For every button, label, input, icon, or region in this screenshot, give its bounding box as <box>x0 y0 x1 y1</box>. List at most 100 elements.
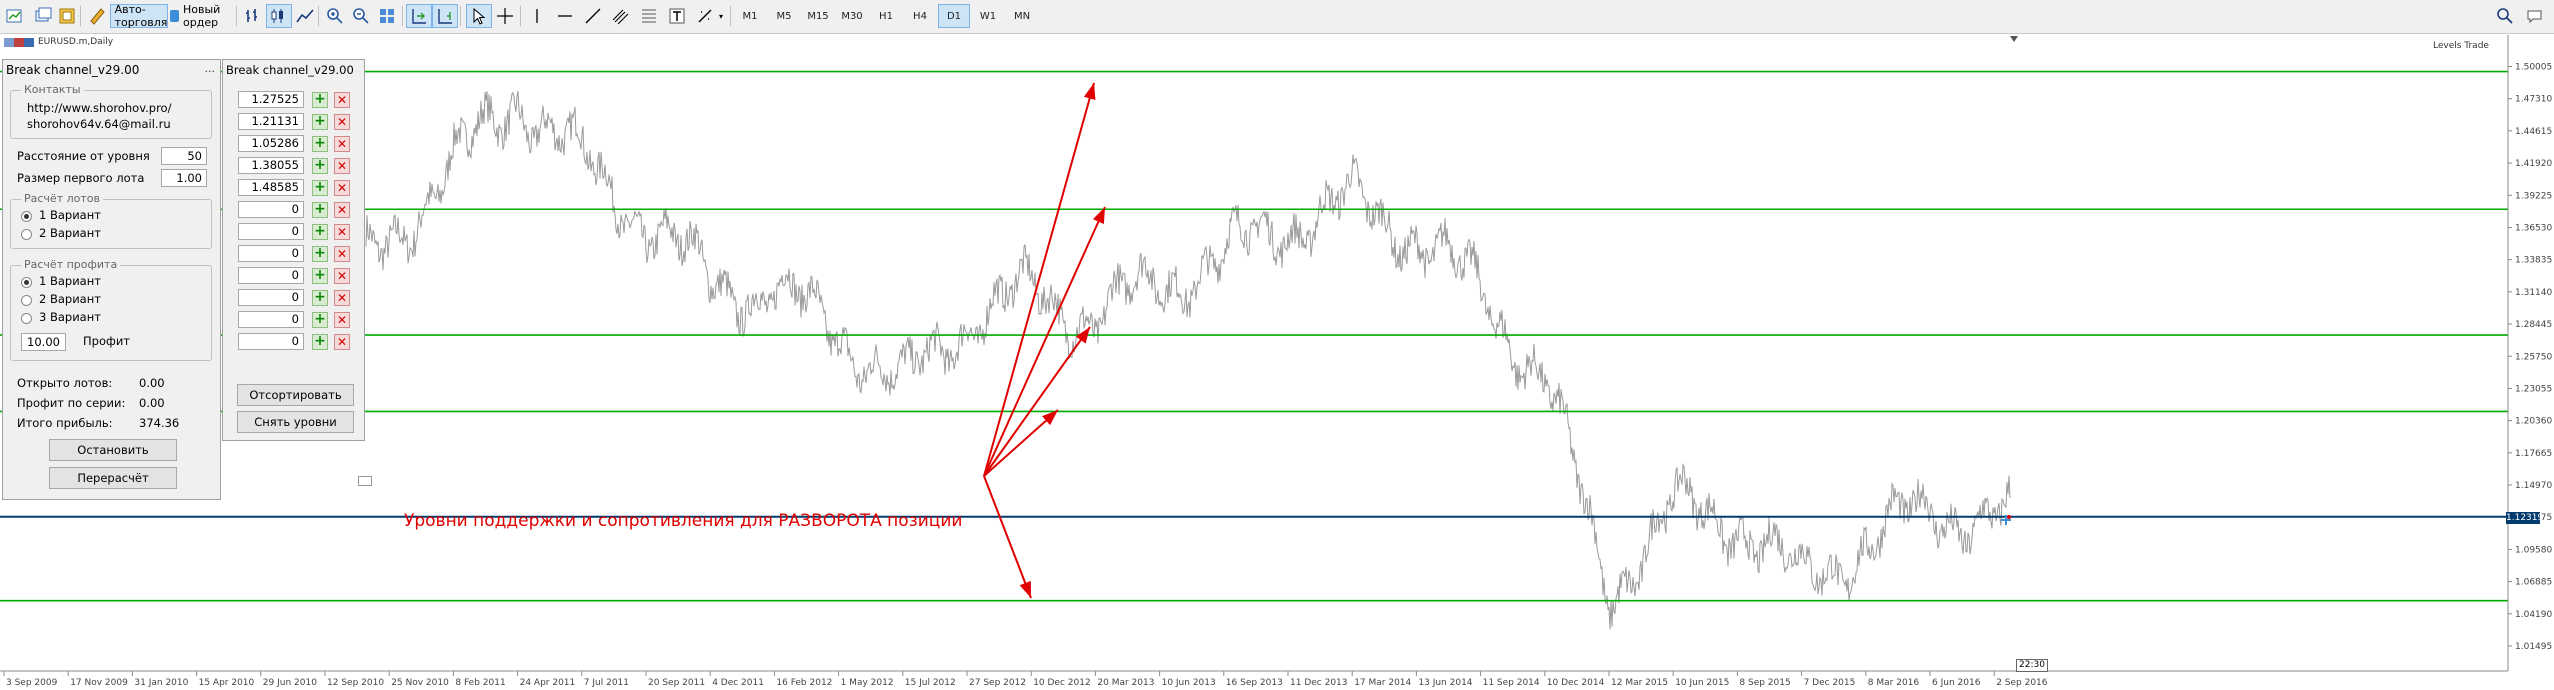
chart-canvas: 1.50005 1.47310 1.44615 1.41920 1.39225 1.365… <box>0 35 2552 688</box>
fibonacci-icon[interactable] <box>636 4 662 28</box>
delete-level-icon[interactable]: ✕ <box>334 268 350 284</box>
text-tool-icon[interactable] <box>664 4 690 28</box>
level-input[interactable]: 1.27525 <box>238 91 304 108</box>
distance-input[interactable]: 50 <box>161 147 207 165</box>
horizontal-line-icon[interactable] <box>552 4 578 28</box>
arrows-dropdown-icon[interactable]: ▾ <box>716 4 726 28</box>
chart-object-box[interactable] <box>358 476 372 486</box>
new-order-button[interactable]: Новый ордер <box>170 3 240 29</box>
tf-m15[interactable]: M15 <box>802 4 834 28</box>
level-input[interactable]: 0 <box>238 267 304 284</box>
cursor-icon[interactable] <box>466 4 492 28</box>
chat-icon[interactable] <box>2522 4 2548 28</box>
metaeditor-icon[interactable] <box>84 4 110 28</box>
delete-level-icon[interactable]: ✕ <box>334 334 350 350</box>
x-tick-label: 7 Jul 2011 <box>584 678 629 688</box>
levels-panel: Break channel_v29.00 1.27525 + ✕ 1.21131 + ✕ 1… <box>222 59 365 441</box>
x-tick-label: 8 Sep 2015 <box>1739 678 1790 688</box>
level-input[interactable]: 0 <box>238 223 304 240</box>
stop-button[interactable]: Остановить <box>49 439 177 461</box>
tf-d1[interactable]: D1 <box>938 4 970 28</box>
shift-marker-icon[interactable] <box>2010 36 2018 42</box>
open-lots-label: Открыто лотов: <box>17 376 113 390</box>
new-chart-icon[interactable] <box>2 4 28 28</box>
add-level-icon[interactable]: + <box>312 114 328 130</box>
tile-windows-icon[interactable] <box>374 4 400 28</box>
profit-input[interactable]: 10.00 <box>21 333 66 351</box>
trendline-icon[interactable] <box>580 4 606 28</box>
delete-level-icon[interactable]: ✕ <box>334 290 350 306</box>
vertical-line-icon[interactable] <box>524 4 550 28</box>
tf-m30[interactable]: M30 <box>836 4 868 28</box>
price-chart[interactable]: 1.50005 1.47310 1.44615 1.41920 1.39225 1.365… <box>0 35 2554 690</box>
tf-h4[interactable]: H4 <box>904 4 936 28</box>
crosshair-icon[interactable] <box>492 4 518 28</box>
profit-option-2-radio[interactable] <box>21 295 32 306</box>
auto-trading-button[interactable]: Авто-торговля <box>110 3 168 29</box>
tf-m5[interactable]: M5 <box>768 4 800 28</box>
tf-mn[interactable]: MN <box>1006 4 1038 28</box>
x-tick-label: 8 Mar 2016 <box>1868 678 1920 688</box>
y-tick-label: 1.09580 <box>2515 545 2552 555</box>
level-input[interactable]: 1.21131 <box>238 113 304 130</box>
delete-level-icon[interactable]: ✕ <box>334 224 350 240</box>
level-input[interactable]: 1.38055 <box>238 157 304 174</box>
delete-level-icon[interactable]: ✕ <box>334 136 350 152</box>
add-level-icon[interactable]: + <box>312 312 328 328</box>
add-level-icon[interactable]: + <box>312 224 328 240</box>
line-chart-icon[interactable] <box>292 4 318 28</box>
contact-url: http://www.shorohov.pro/ <box>27 101 172 115</box>
tf-w1[interactable]: W1 <box>972 4 1004 28</box>
equidistant-channel-icon[interactable] <box>608 4 634 28</box>
tf-m1[interactable]: M1 <box>734 4 766 28</box>
x-tick-label: 6 Jun 2016 <box>1932 678 1981 688</box>
level-input[interactable]: 1.05286 <box>238 135 304 152</box>
search-icon[interactable] <box>2492 4 2518 28</box>
trade-marker-icon <box>2000 514 2012 526</box>
y-tick-label: 1.50005 <box>2515 63 2552 73</box>
delete-level-icon[interactable]: ✕ <box>334 92 350 108</box>
zoom-in-icon[interactable] <box>322 4 348 28</box>
bar-chart-icon[interactable] <box>240 4 266 28</box>
chart-shift-icon[interactable] <box>406 4 432 28</box>
zoom-out-icon[interactable] <box>348 4 374 28</box>
candlestick-icon[interactable] <box>266 4 292 28</box>
add-level-icon[interactable]: + <box>312 180 328 196</box>
panel1-minimize-button[interactable]: ... <box>205 62 216 75</box>
profit-option-3-radio[interactable] <box>21 313 32 324</box>
add-level-icon[interactable]: + <box>312 246 328 262</box>
level-input[interactable]: 0 <box>238 311 304 328</box>
add-level-icon[interactable]: + <box>312 268 328 284</box>
sort-button[interactable]: Отсортировать <box>237 384 354 406</box>
market-watch-icon[interactable] <box>54 4 80 28</box>
add-level-icon[interactable]: + <box>312 290 328 306</box>
add-level-icon[interactable]: + <box>312 158 328 174</box>
remove-levels-button[interactable]: Снять уровни <box>237 411 354 433</box>
add-level-icon[interactable]: + <box>312 92 328 108</box>
add-level-icon[interactable]: + <box>312 334 328 350</box>
first-lot-input[interactable]: 1.00 <box>161 169 207 187</box>
delete-level-icon[interactable]: ✕ <box>334 180 350 196</box>
delete-level-icon[interactable]: ✕ <box>334 114 350 130</box>
level-input[interactable]: 1.48585 <box>238 179 304 196</box>
level-input[interactable]: 0 <box>238 289 304 306</box>
delete-level-icon[interactable]: ✕ <box>334 312 350 328</box>
level-input[interactable]: 0 <box>238 333 304 350</box>
price-series-line <box>365 91 2011 630</box>
add-level-icon[interactable]: + <box>312 202 328 218</box>
arrows-tool-icon[interactable] <box>692 4 718 28</box>
add-level-icon[interactable]: + <box>312 136 328 152</box>
autoscroll-icon[interactable] <box>432 4 458 28</box>
profit-option-1-radio[interactable] <box>21 277 32 288</box>
delete-level-icon[interactable]: ✕ <box>334 158 350 174</box>
profiles-icon[interactable] <box>30 4 56 28</box>
level-input[interactable]: 0 <box>238 201 304 218</box>
x-tick-label: 4 Dec 2011 <box>712 678 764 688</box>
delete-level-icon[interactable]: ✕ <box>334 202 350 218</box>
recalc-button[interactable]: Перерасчёт <box>49 467 177 489</box>
lot-option-1-radio[interactable] <box>21 211 32 222</box>
tf-h1[interactable]: H1 <box>870 4 902 28</box>
level-input[interactable]: 0 <box>238 245 304 262</box>
lot-option-2-radio[interactable] <box>21 229 32 240</box>
delete-level-icon[interactable]: ✕ <box>334 246 350 262</box>
